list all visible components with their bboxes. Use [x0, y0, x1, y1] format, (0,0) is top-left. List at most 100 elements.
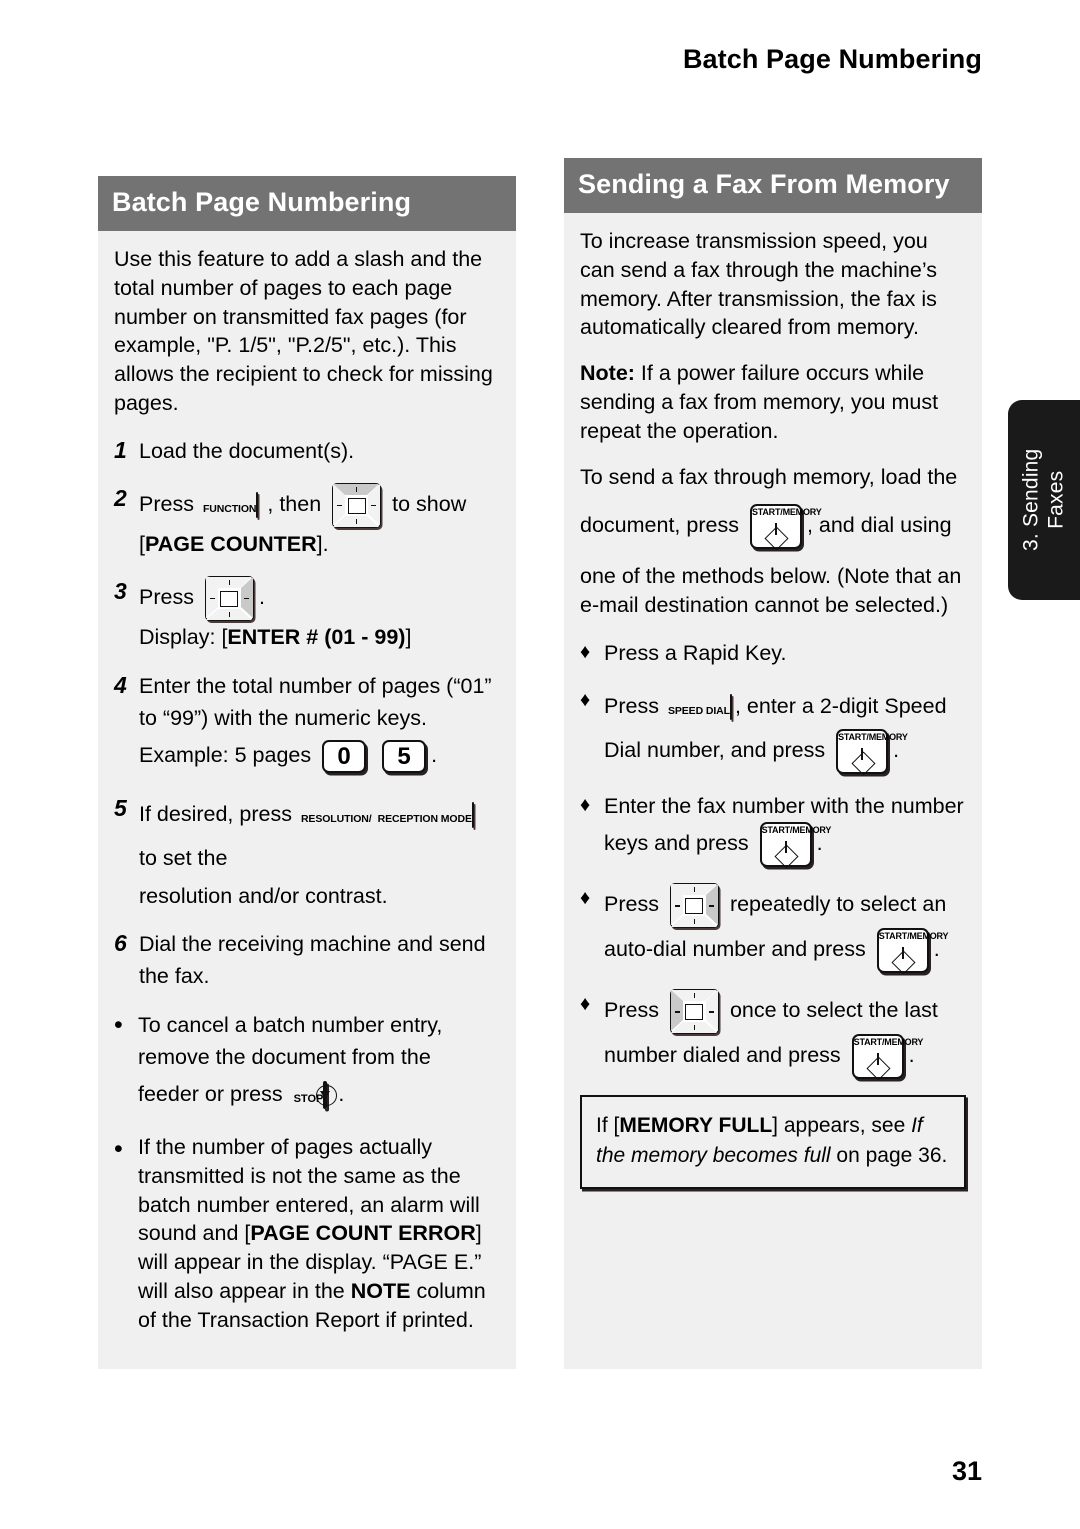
step-4-text: Enter the total number of pages (“01” to… — [139, 673, 492, 730]
start-memory-key-2[interactable]: START/MEMORY — [836, 729, 908, 776]
right-bullet-2-pre: Press — [604, 694, 659, 719]
right-bullet-2-marker: ♦ — [580, 689, 591, 712]
function-key-button[interactable] — [256, 492, 259, 519]
right-bullet-5-line2-pre: number dialed and press — [604, 1043, 841, 1068]
right-bullet-4-pre: Press — [604, 892, 659, 917]
step-2-post: to show — [392, 492, 467, 517]
start-memory-key-2-label: START/MEMORY — [838, 732, 908, 743]
right-bullet-2-line2-pre: Dial number, and press — [604, 738, 826, 763]
right-bullet-4-line2-pre: auto-dial number and press — [604, 937, 866, 962]
resolution-reception-mode-key[interactable]: RESOLUTION/ RECEPTION MODE — [301, 794, 474, 837]
left-bullet-1-line2-pre: feeder or press — [138, 1082, 283, 1107]
memory-full-callout: If [MEMORY FULL] appears, see If the mem… — [580, 1095, 966, 1189]
start-memory-key-5-label: START/MEMORY — [853, 1037, 924, 1048]
step-2-number: 2 — [114, 485, 127, 512]
start-memory-diamond-icon — [866, 1056, 891, 1081]
right-para3-post: , and dial using — [806, 513, 952, 538]
right-paragraph-1: To increase transmission speed, you can … — [580, 229, 937, 340]
numeric-key-5[interactable]: 5 — [382, 739, 427, 773]
right-bullet-5: ♦ Press once to select the last number d… — [580, 989, 966, 1081]
start-memory-key-1[interactable]: START/MEMORY — [749, 504, 822, 551]
stop-triangle-icon — [320, 1090, 331, 1099]
step-3: 3 Press . Display: [ENTER # (01 - 99)] — [114, 576, 500, 653]
step-3-display-value: ENTER # (01 - 99) — [227, 625, 406, 650]
step-3-post: . — [258, 585, 265, 610]
right-paragraph-3-line2: document, press START/MEMORY , and dial … — [580, 504, 966, 551]
right-bullet-4-post: repeatedly to select an — [729, 892, 947, 917]
up-arrow-key[interactable] — [332, 483, 382, 529]
callout-seg-b: ] appears, see — [772, 1114, 912, 1138]
left-bullet-1-line2-post: . — [338, 1082, 345, 1107]
step-1-text: Load the document(s). — [139, 438, 355, 463]
right-bullet-1: ♦ Press a Rapid Key. — [580, 637, 966, 669]
right-bullet-5-line2-post: . — [908, 1043, 915, 1068]
step-6-number: 6 — [114, 930, 127, 957]
right-bullet-1-marker: ♦ — [580, 640, 591, 663]
chapter-tab-line2: Faxes — [1044, 470, 1068, 530]
function-key[interactable]: FUNCTION — [203, 484, 259, 527]
panel-heading-right: Sending a Fax From Memory — [564, 158, 982, 213]
right-bullet-4: ♦ Press repeatedly to select an auto-dia… — [580, 883, 966, 975]
left-bullet-2: • If the number of pages actually transm… — [114, 1133, 500, 1335]
step-4-number: 4 — [114, 671, 127, 698]
numeric-key-0[interactable]: 0 — [322, 739, 367, 773]
callout-seg-c: on page 36. — [830, 1144, 948, 1168]
step-5-pre: If desired, press — [139, 802, 292, 827]
right-arrow-key[interactable] — [204, 576, 254, 622]
panel-body-right: To increase transmission speed, you can … — [564, 213, 982, 1081]
right-paragraph-3-line1: To send a fax through memory, load the — [580, 464, 958, 489]
panel-batch-page-numbering: Batch Page Numbering Use this feature to… — [98, 176, 516, 1369]
stop-key-button[interactable] — [315, 1080, 337, 1109]
start-memory-key-4-label: START/MEMORY — [878, 931, 949, 942]
right-bullet-5-pre: Press — [604, 998, 659, 1023]
resolution-key-label-line2: RECEPTION MODE — [377, 812, 472, 825]
callout-bold: MEMORY FULL — [619, 1114, 773, 1138]
right-bullet-3-marker: ♦ — [580, 794, 591, 817]
step-3-display-end: ] — [405, 625, 412, 650]
step-2: 2 Press FUNCTION , then to show [PAGE CO… — [114, 483, 500, 560]
step-2-display-text: PAGE COUNTER — [144, 532, 317, 557]
right-bullet-3-line2-post: . — [816, 831, 823, 856]
step-5-post: to set the — [139, 845, 228, 870]
step-2-bracket-close: ]. — [316, 532, 329, 557]
right-bullet-2: ♦ Press SPEED DIAL , enter a 2-digit Spe… — [580, 685, 966, 776]
left-bullet-1-line1: To cancel a batch number entry, remove t… — [138, 1012, 443, 1069]
right-bullet-3-line2-pre: keys and press — [604, 831, 749, 856]
left-intro-paragraph: Use this feature to add a slash and the … — [114, 247, 493, 415]
step-5-number: 5 — [114, 795, 127, 822]
right-paragraph-4: one of the methods below. (Note that an … — [580, 564, 962, 618]
resolution-key-button[interactable] — [471, 801, 474, 828]
speed-dial-key[interactable]: SPEED DIAL — [668, 686, 732, 729]
speed-dial-key-label: SPEED DIAL — [667, 705, 730, 718]
step-1-number: 1 — [114, 436, 127, 463]
left-bullet-2-bold1: PAGE COUNT ERROR — [250, 1221, 476, 1246]
stop-key[interactable]: STOP — [294, 1074, 337, 1117]
speed-dial-key-button[interactable] — [729, 694, 732, 721]
step-6: 6 Dial the receiving machine and send th… — [114, 928, 500, 993]
right-bullet-4-marker: ♦ — [580, 887, 591, 910]
left-bullet-1-marker: • — [114, 1010, 123, 1039]
left-arrow-key[interactable] — [669, 989, 719, 1035]
callout-seg-a: If [ — [596, 1114, 620, 1138]
start-memory-key-3-label: START/MEMORY — [761, 825, 832, 836]
step-3-pre: Press — [139, 585, 194, 610]
start-memory-key-4[interactable]: START/MEMORY — [876, 928, 949, 975]
start-memory-key-3[interactable]: START/MEMORY — [759, 822, 832, 869]
step-1: 1 Load the document(s). — [114, 435, 500, 467]
step-5-line2: resolution and/or contrast. — [139, 883, 388, 908]
step-4-example-post: . — [431, 743, 438, 768]
step-4: 4 Enter the total number of pages (“01” … — [114, 670, 500, 778]
left-bullet-2-bold2: NOTE — [350, 1278, 411, 1303]
start-memory-diamond-icon — [851, 751, 876, 776]
step-3-display-label: Display: [ — [139, 625, 228, 650]
right-bullet-5-post: once to select the last — [729, 998, 938, 1023]
left-bullet-1: • To cancel a batch number entry, remove… — [114, 1009, 500, 1117]
start-memory-key-5[interactable]: START/MEMORY — [851, 1034, 924, 1081]
step-4-example-pre: Example: 5 pages — [139, 743, 312, 768]
start-memory-diamond-icon — [764, 526, 789, 551]
start-memory-key-label: START/MEMORY — [751, 507, 822, 518]
panel-heading-left: Batch Page Numbering — [98, 176, 516, 231]
page-number: 31 — [951, 1456, 982, 1486]
right-arrow-key[interactable] — [669, 883, 719, 929]
step-2-mid: , then — [267, 492, 322, 517]
